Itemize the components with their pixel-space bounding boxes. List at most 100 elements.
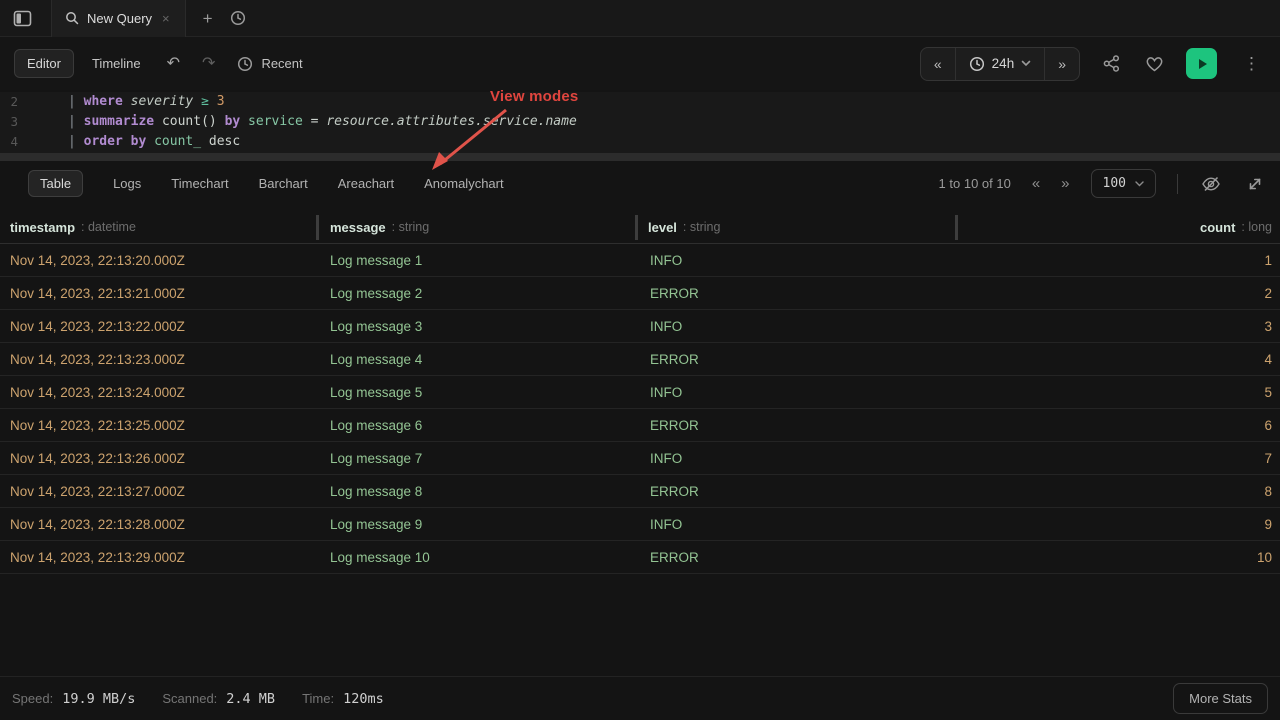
- table-row[interactable]: Nov 14, 2023, 22:13:27.000ZLog message 8…: [0, 475, 1280, 508]
- column-header-message[interactable]: message: string: [320, 211, 638, 243]
- cell-message: Log message 3: [320, 319, 638, 334]
- cell-timestamp: Nov 14, 2023, 22:13:26.000Z: [0, 451, 320, 466]
- editor-line[interactable]: 2 | where severity ≥ 3: [0, 92, 1280, 112]
- chevron-down-icon: [1135, 181, 1144, 187]
- table-row[interactable]: Nov 14, 2023, 22:13:20.000ZLog message 1…: [0, 244, 1280, 277]
- toolbar-right-group: « 24h »: [920, 47, 1266, 81]
- editor-scrollbar[interactable]: [0, 153, 1280, 161]
- time-back-icon[interactable]: «: [921, 48, 955, 80]
- view-mode-tabs: Table Logs Timechart Barchart Areachart Anoma…: [28, 170, 504, 197]
- cell-message: Log message 5: [320, 385, 638, 400]
- code-line: | where severity ≥ 3: [68, 92, 225, 112]
- cell-timestamp: Nov 14, 2023, 22:13:23.000Z: [0, 352, 320, 367]
- column-name: timestamp: [10, 220, 75, 235]
- cell-count: 7: [957, 451, 1280, 466]
- page-prev-icon[interactable]: «: [1032, 175, 1040, 192]
- editor-line[interactable]: 3 | summarize count() by service = resour…: [0, 112, 1280, 132]
- view-mode-barchart[interactable]: Barchart: [259, 176, 308, 191]
- line-number: 2: [0, 92, 18, 112]
- table-row[interactable]: Nov 14, 2023, 22:13:29.000ZLog message 1…: [0, 541, 1280, 574]
- cell-message: Log message 9: [320, 517, 638, 532]
- cell-count: 6: [957, 418, 1280, 433]
- table-header: timestamp : datetime message: stringlevel:…: [0, 211, 1280, 244]
- time-range-value: 24h: [992, 56, 1015, 71]
- column-resize-handle[interactable]: [316, 215, 319, 240]
- column-type: : datetime: [81, 220, 136, 234]
- close-icon[interactable]: ×: [160, 11, 172, 26]
- results-table: timestamp : datetime message: stringlevel:…: [0, 211, 1280, 574]
- history-clock-icon[interactable]: [230, 10, 246, 26]
- time-stat: Time: 120ms: [302, 691, 384, 707]
- code-line: | order by count_ desc: [68, 132, 240, 152]
- cell-level: INFO: [638, 517, 957, 532]
- sidebar-toggle-icon[interactable]: [10, 6, 35, 31]
- table-row[interactable]: Nov 14, 2023, 22:13:21.000ZLog message 2…: [0, 277, 1280, 310]
- view-mode-areachart[interactable]: Areachart: [338, 176, 394, 191]
- cell-timestamp: Nov 14, 2023, 22:13:21.000Z: [0, 286, 320, 301]
- table-row[interactable]: Nov 14, 2023, 22:13:24.000ZLog message 5…: [0, 376, 1280, 409]
- timeline-tab-button[interactable]: Timeline: [82, 50, 151, 77]
- column-header-count[interactable]: count: long: [957, 211, 1280, 243]
- redo-icon[interactable]: ↷: [196, 52, 221, 76]
- more-stats-button[interactable]: More Stats: [1173, 683, 1268, 714]
- cell-message: Log message 6: [320, 418, 638, 433]
- query-editor[interactable]: 2 | where severity ≥ 3 3 | summarize count(…: [0, 92, 1280, 153]
- pagination-controls: 1 to 10 of 10 « » 100: [939, 169, 1266, 198]
- column-resize-handle[interactable]: [635, 215, 638, 240]
- time-range-selector[interactable]: 24h: [955, 48, 1045, 80]
- code-line: | summarize count() by service = resourc…: [68, 112, 577, 132]
- cell-level: ERROR: [638, 484, 957, 499]
- favorite-heart-icon[interactable]: [1143, 53, 1166, 75]
- tab-title: New Query: [87, 11, 152, 26]
- view-mode-timechart[interactable]: Timechart: [171, 176, 228, 191]
- query-toolbar: Editor Timeline ↶ ↷ Recent «: [0, 37, 1280, 90]
- more-menu-icon[interactable]: ⋮: [1237, 54, 1266, 74]
- view-mode-anomalychart[interactable]: Anomalychart: [424, 176, 503, 191]
- hide-columns-eye-off-icon[interactable]: [1199, 172, 1223, 196]
- table-row[interactable]: Nov 14, 2023, 22:13:28.000ZLog message 9…: [0, 508, 1280, 541]
- column-type: : string: [683, 220, 721, 234]
- table-row[interactable]: Nov 14, 2023, 22:13:25.000ZLog message 6…: [0, 409, 1280, 442]
- cell-count: 3: [957, 319, 1280, 334]
- recent-button[interactable]: Recent: [237, 56, 302, 72]
- time-range-control: « 24h »: [920, 47, 1080, 81]
- cell-level: ERROR: [638, 418, 957, 433]
- table-row[interactable]: Nov 14, 2023, 22:13:23.000ZLog message 4…: [0, 343, 1280, 376]
- expand-icon[interactable]: [1244, 173, 1266, 195]
- share-icon[interactable]: [1100, 52, 1123, 75]
- new-tab-button[interactable]: +: [203, 10, 213, 27]
- cell-count: 9: [957, 517, 1280, 532]
- cell-level: INFO: [638, 319, 957, 334]
- line-number: 3: [0, 112, 18, 132]
- cell-level: INFO: [638, 253, 957, 268]
- page-size-dropdown[interactable]: 100: [1091, 169, 1156, 198]
- cell-count: 1: [957, 253, 1280, 268]
- cell-count: 10: [957, 550, 1280, 565]
- tab-new-query[interactable]: New Query ×: [51, 0, 186, 37]
- view-mode-table[interactable]: Table: [28, 170, 83, 197]
- editor-tab-button[interactable]: Editor: [14, 49, 74, 78]
- page-next-icon[interactable]: »: [1061, 175, 1069, 192]
- cell-message: Log message 2: [320, 286, 638, 301]
- speed-value: 19.9 MB/s: [62, 691, 135, 707]
- column-type: : long: [1241, 220, 1272, 234]
- cell-count: 4: [957, 352, 1280, 367]
- cell-count: 2: [957, 286, 1280, 301]
- cell-message: Log message 1: [320, 253, 638, 268]
- table-row[interactable]: Nov 14, 2023, 22:13:26.000ZLog message 7…: [0, 442, 1280, 475]
- column-header-timestamp[interactable]: timestamp : datetime: [0, 211, 320, 243]
- time-forward-icon[interactable]: »: [1044, 48, 1079, 80]
- cell-timestamp: Nov 14, 2023, 22:13:28.000Z: [0, 517, 320, 532]
- line-number: 4: [0, 132, 18, 152]
- column-resize-handle[interactable]: [955, 215, 958, 240]
- undo-icon[interactable]: ↶: [161, 52, 186, 76]
- editor-line[interactable]: 4 | order by count_ desc: [0, 132, 1280, 152]
- run-query-button[interactable]: [1186, 48, 1217, 79]
- cell-message: Log message 4: [320, 352, 638, 367]
- cell-count: 8: [957, 484, 1280, 499]
- scanned-label: Scanned:: [162, 691, 217, 706]
- scanned-value: 2.4 MB: [226, 691, 275, 707]
- table-row[interactable]: Nov 14, 2023, 22:13:22.000ZLog message 3…: [0, 310, 1280, 343]
- view-mode-logs[interactable]: Logs: [113, 176, 141, 191]
- column-header-level[interactable]: level: string: [638, 211, 957, 243]
